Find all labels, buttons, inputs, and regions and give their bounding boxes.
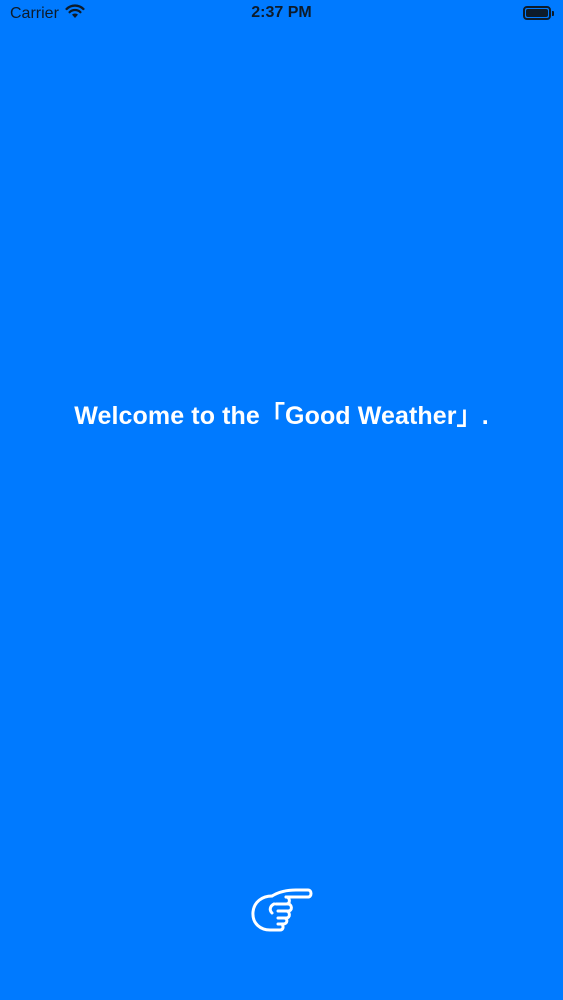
status-time: 2:37 PM: [251, 4, 312, 21]
welcome-message: Welcome to the「Good Weather」.: [74, 402, 489, 430]
status-bar: Carrier 2:37 PM: [0, 0, 563, 28]
battery-level: [526, 9, 548, 17]
pointing-hand-right-icon: [248, 882, 314, 939]
battery-icon: [523, 6, 554, 20]
next-button[interactable]: [246, 882, 316, 938]
